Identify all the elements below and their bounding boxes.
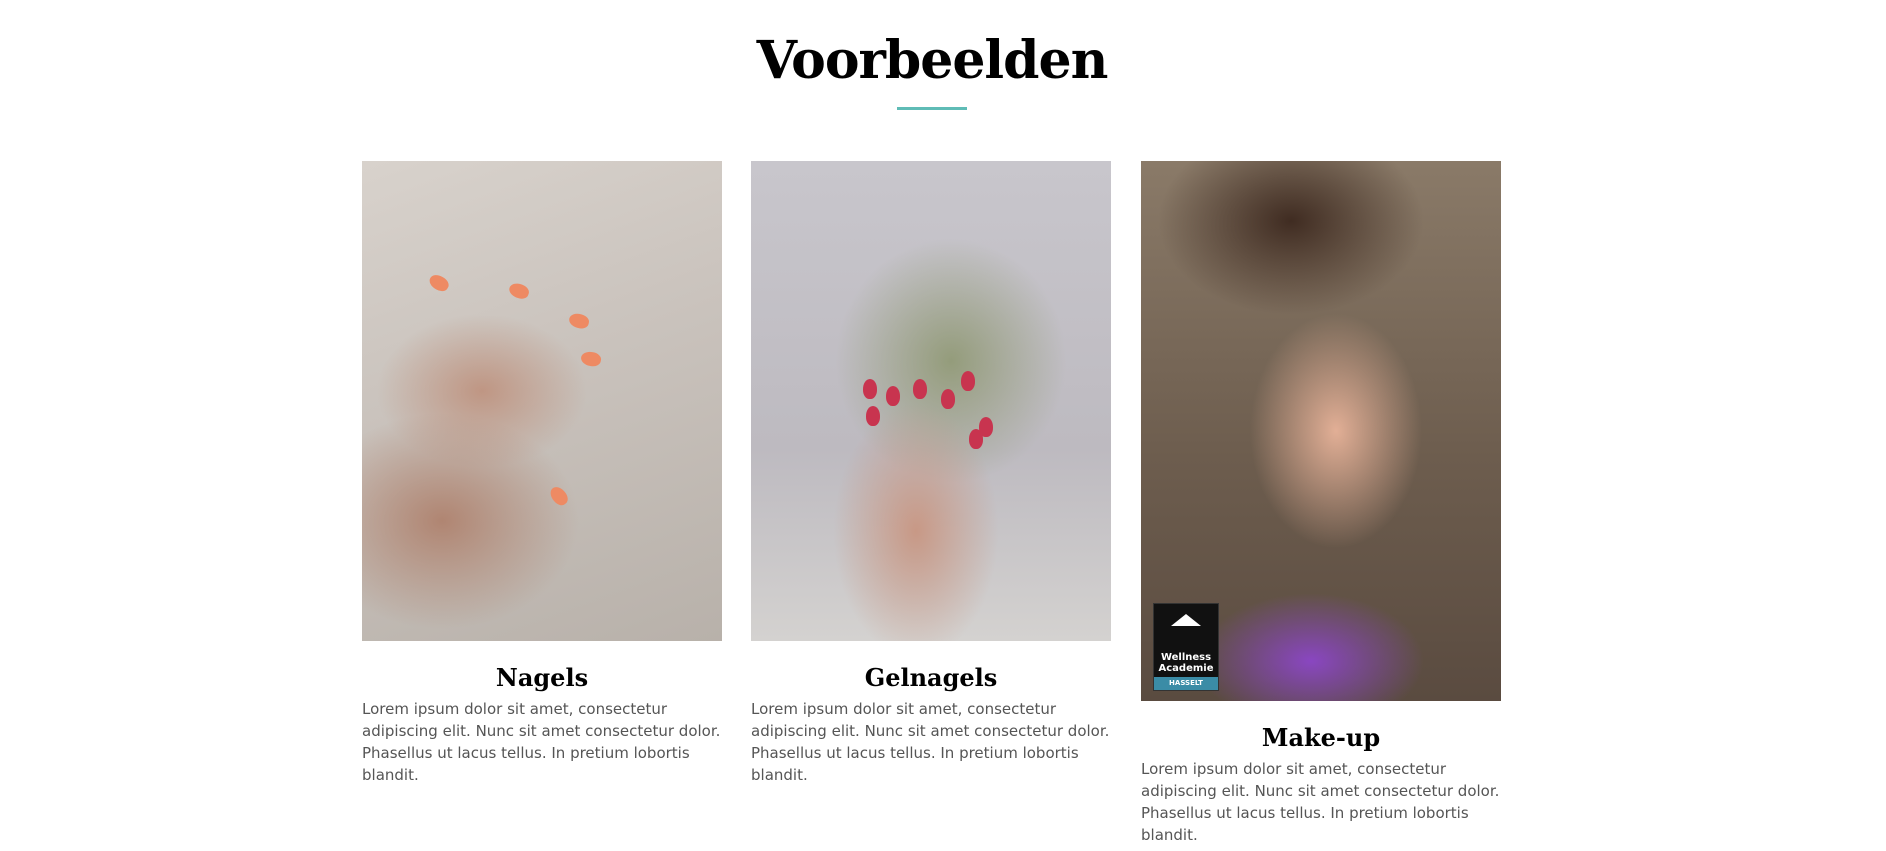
card-nagels: Nagels Lorem ipsum dolor sit amet, conse…	[362, 161, 722, 786]
photo-make-up: Wellness Academie HASSELT	[1141, 161, 1501, 701]
card-make-up: Wellness Academie HASSELT Make-up Lorem …	[1141, 161, 1501, 846]
title-underline	[897, 107, 967, 110]
card-text: Lorem ipsum dolor sit amet, consectetur …	[362, 700, 721, 784]
card-title: Make-up	[1261, 723, 1381, 752]
graduation-cap-icon	[1171, 614, 1201, 626]
logo-city: HASSELT	[1154, 677, 1218, 690]
card-gelnagels: Gelnagels Lorem ipsum dolor sit amet, co…	[751, 161, 1111, 786]
wellness-academie-logo: Wellness Academie HASSELT	[1153, 603, 1219, 691]
card-text: Lorem ipsum dolor sit amet, consectetur …	[1141, 760, 1500, 844]
photo-gelnagels	[751, 161, 1111, 641]
card-text: Lorem ipsum dolor sit amet, consectetur …	[751, 700, 1110, 784]
card-title: Nagels	[495, 663, 589, 692]
card-title: Gelnagels	[864, 663, 998, 692]
section-title: Voorbeelden	[756, 30, 1109, 91]
photo-nagels	[362, 161, 722, 641]
logo-text-line2: Academie	[1158, 663, 1214, 674]
logo-text-line1: Wellness	[1160, 652, 1212, 663]
